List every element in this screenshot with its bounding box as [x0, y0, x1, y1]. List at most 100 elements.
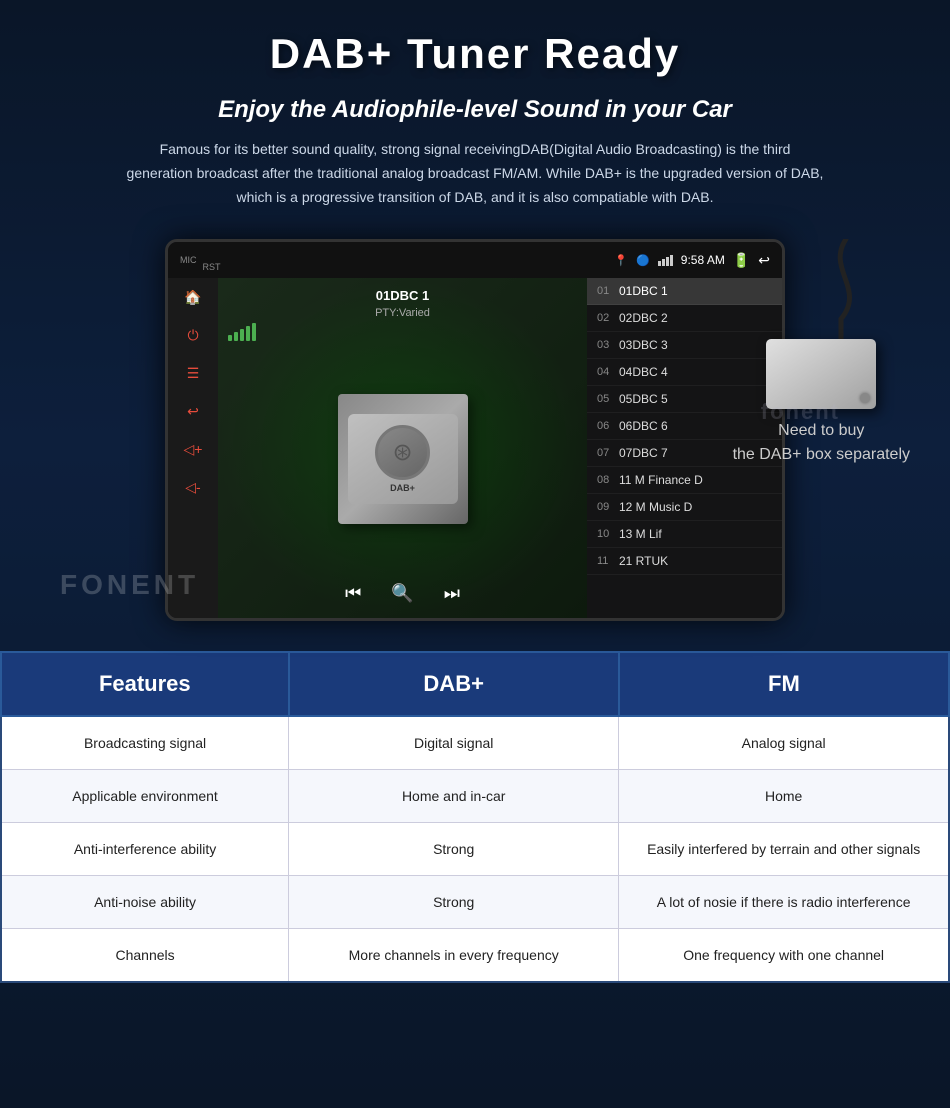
channel-item[interactable]: 1013 M Lif: [587, 521, 782, 548]
fm-cell: Home: [619, 770, 949, 823]
fm-cell: One frequency with one channel: [619, 929, 949, 983]
buy-note-line2: the DAB+ box separately: [733, 446, 910, 463]
fm-header: FM: [619, 652, 949, 716]
subtitle: Enjoy the Audiophile-level Sound in your…: [40, 96, 910, 124]
table-row: Anti-interference ability Strong Easily …: [1, 823, 949, 876]
channel-num: 06: [597, 420, 619, 432]
table-row: Broadcasting signal Digital signal Analo…: [1, 716, 949, 770]
channel-num: 03: [597, 339, 619, 351]
album-art: ⊛ DAB+: [338, 394, 468, 524]
channel-num: 04: [597, 366, 619, 378]
signal-bar-5: [252, 323, 256, 341]
channel-name: 12 M Music D: [619, 500, 772, 514]
comparison-table: Features DAB+ FM Broadcasting signal Dig…: [0, 651, 950, 983]
table-row: Applicable environment Home and in-car H…: [1, 770, 949, 823]
channel-num: 10: [597, 528, 619, 540]
now-playing-title: 01DBC 1: [218, 278, 587, 307]
back-icon: ↩: [758, 252, 770, 269]
main-title: DAB+ Tuner Ready: [40, 30, 910, 78]
comparison-section: Features DAB+ FM Broadcasting signal Dig…: [0, 651, 950, 983]
album-art-area: ⊛ DAB+: [218, 345, 587, 573]
bluetooth-icon: 🔵: [636, 254, 650, 267]
channel-item[interactable]: 0101DBC 1: [587, 278, 782, 305]
table-header-row: Features DAB+ FM: [1, 652, 949, 716]
channel-num: 07: [597, 447, 619, 459]
pty-info: PTY:Varied: [218, 307, 587, 319]
fm-cell: Easily interfered by terrain and other s…: [619, 823, 949, 876]
dab-cell: Strong: [289, 823, 619, 876]
left-sidebar: 🏠 ⏻ ☰ ↩ ◁+ ◁-: [168, 278, 218, 618]
feature-header: Features: [1, 652, 289, 716]
screen-inner: MIC RST 📍 🔵 9:58 A: [168, 242, 782, 618]
main-play-area: 01DBC 1 PTY:Varied: [218, 278, 587, 618]
channel-name: 21 RTUK: [619, 554, 772, 568]
location-icon: 📍: [614, 254, 628, 267]
channel-num: 09: [597, 501, 619, 513]
time-display: 9:58 AM: [681, 253, 725, 267]
feature-cell: Anti-interference ability: [1, 823, 289, 876]
menu-icon[interactable]: ☰: [179, 362, 207, 384]
next-button[interactable]: ⏭: [444, 583, 460, 604]
dab-box-image: ⊛ DAB+: [348, 414, 458, 504]
channel-name: 01DBC 1: [619, 284, 772, 298]
page-container: DAB+ Tuner Ready Enjoy the Audiophile-le…: [0, 0, 950, 1108]
status-left: MIC RST: [180, 248, 221, 272]
signal-icon: [658, 255, 673, 266]
dab-cell: Strong: [289, 876, 619, 929]
channel-name: 02DBC 2: [619, 311, 772, 325]
channel-item[interactable]: 0912 M Music D: [587, 494, 782, 521]
status-bar: MIC RST 📍 🔵 9:58 A: [168, 242, 782, 278]
power-icon[interactable]: ⏻: [179, 324, 207, 346]
device-section-inner: MIC RST 📍 🔵 9:58 A: [40, 239, 910, 621]
fm-cell: A lot of nosie if there is radio interfe…: [619, 876, 949, 929]
device-section: MIC RST 📍 🔵 9:58 A: [0, 219, 950, 631]
signal-bars: [228, 323, 256, 341]
home-icon[interactable]: 🏠: [179, 286, 207, 308]
channel-num: 11: [597, 555, 619, 567]
watermark: FONENT: [60, 569, 199, 601]
search-button[interactable]: 🔍: [391, 583, 413, 604]
vol-up-icon[interactable]: ◁+: [179, 438, 207, 460]
dab-cell: More channels in every frequency: [289, 929, 619, 983]
signal-bars-area: [218, 319, 587, 345]
fm-cell: Analog signal: [619, 716, 949, 770]
channel-name: 11 M Finance D: [619, 473, 772, 487]
feature-cell: Anti-noise ability: [1, 876, 289, 929]
rst-label: RST: [203, 262, 221, 272]
signal-bar-2: [234, 332, 238, 341]
battery-icon: 🔋: [733, 252, 750, 269]
channel-num: 02: [597, 312, 619, 324]
channel-item[interactable]: 1121 RTUK: [587, 548, 782, 575]
fonent-watermark: fonent: [761, 399, 840, 425]
speaker-grill: ⊛: [375, 425, 430, 480]
mic-label: MIC: [180, 255, 197, 265]
header-section: DAB+ Tuner Ready Enjoy the Audiophile-le…: [0, 0, 950, 219]
description: Famous for its better sound quality, str…: [125, 138, 825, 209]
buy-text: Need to buy the DAB+ box separately: [733, 419, 910, 467]
table-row: Channels More channels in every frequenc…: [1, 929, 949, 983]
signal-bar-3: [240, 329, 244, 341]
channel-item[interactable]: 0202DBC 2: [587, 305, 782, 332]
feature-cell: Channels: [1, 929, 289, 983]
signal-bar-1: [228, 335, 232, 341]
channel-num: 05: [597, 393, 619, 405]
channel-num: 01: [597, 285, 619, 297]
feature-cell: Broadcasting signal: [1, 716, 289, 770]
dab-cell: Home and in-car: [289, 770, 619, 823]
dab-cell: Digital signal: [289, 716, 619, 770]
feature-cell: Applicable environment: [1, 770, 289, 823]
dab-header: DAB+: [289, 652, 619, 716]
channel-num: 08: [597, 474, 619, 486]
status-center: 📍 🔵 9:58 AM 🔋 ↩: [614, 252, 770, 269]
vol-down-icon[interactable]: ◁-: [179, 476, 207, 498]
dab-box-label: DAB+: [390, 483, 415, 493]
controls-bar: ⏮ 🔍 ⏭: [218, 573, 587, 618]
back-btn-icon[interactable]: ↩: [179, 400, 207, 422]
screen-content: 🏠 ⏻ ☰ ↩ ◁+ ◁- 01DBC 1 PTY:Varied: [168, 278, 782, 618]
channel-item[interactable]: 0811 M Finance D: [587, 467, 782, 494]
signal-bar-4: [246, 326, 250, 341]
channel-name: 13 M Lif: [619, 527, 772, 541]
table-row: Anti-noise ability Strong A lot of nosie…: [1, 876, 949, 929]
prev-button[interactable]: ⏮: [345, 583, 361, 604]
screen-wrapper: MIC RST 📍 🔵 9:58 A: [165, 239, 785, 621]
